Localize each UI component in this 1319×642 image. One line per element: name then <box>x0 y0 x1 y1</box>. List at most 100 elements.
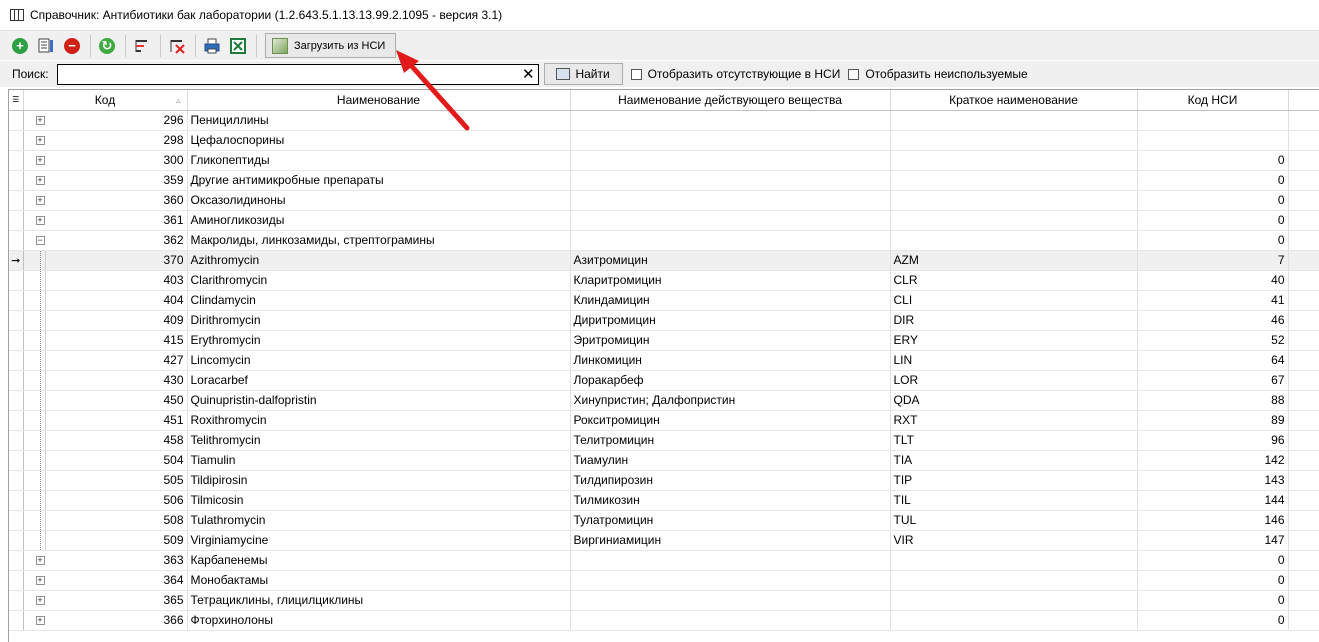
group-row[interactable]: +366 Фторхинолоны 0 <box>9 610 1319 631</box>
expand-icon[interactable]: + <box>35 215 45 225</box>
search-field[interactable]: ✕ <box>56 63 539 85</box>
clear-filter-button[interactable] <box>165 34 189 58</box>
substance-cell[interactable]: Тилдипирозин <box>570 470 891 491</box>
table-row[interactable]: 415 Erythromycin Эритромицин ERY 52 <box>9 330 1319 351</box>
row-indicator[interactable] <box>9 210 24 231</box>
nsi-code-cell[interactable]: 40 <box>1137 270 1289 291</box>
code-cell[interactable]: 359 <box>45 170 188 191</box>
substance-cell[interactable]: Тилмикозин <box>570 490 891 511</box>
nsi-code-cell[interactable]: 52 <box>1137 330 1289 351</box>
code-cell[interactable]: 404 <box>45 290 188 311</box>
name-cell[interactable]: Другие антимикробные препараты <box>187 170 571 191</box>
short-name-cell[interactable]: AZM <box>890 250 1138 271</box>
code-cell[interactable]: 298 <box>45 130 188 151</box>
short-name-cell[interactable]: TIA <box>890 450 1138 471</box>
short-name-cell[interactable]: VIR <box>890 530 1138 551</box>
column-header-short-name[interactable]: Краткое наименование <box>890 90 1138 111</box>
code-cell[interactable]: 504 <box>45 450 188 471</box>
excel-export-button[interactable] <box>226 34 250 58</box>
name-cell[interactable]: Карбапенемы <box>187 550 571 571</box>
short-name-cell[interactable] <box>890 130 1138 151</box>
group-row[interactable]: +361 Аминогликозиды 0 <box>9 210 1319 231</box>
group-row[interactable]: +363 Карбапенемы 0 <box>9 550 1319 571</box>
short-name-cell[interactable]: ERY <box>890 330 1138 351</box>
substance-cell[interactable] <box>570 230 891 251</box>
name-cell[interactable]: Lincomycin <box>187 350 571 371</box>
name-cell[interactable]: Цефалоспорины <box>187 130 571 151</box>
code-cell[interactable]: 360 <box>45 190 188 211</box>
short-name-cell[interactable] <box>890 110 1138 131</box>
substance-cell[interactable]: Эритромицин <box>570 330 891 351</box>
column-header-nsi-code[interactable]: Код НСИ <box>1137 90 1289 111</box>
nsi-code-cell[interactable]: 143 <box>1137 470 1289 491</box>
nsi-code-cell[interactable]: 0 <box>1137 190 1289 211</box>
name-cell[interactable]: Tildipirosin <box>187 470 571 491</box>
nsi-code-cell[interactable]: 96 <box>1137 430 1289 451</box>
name-cell[interactable]: Монобактамы <box>187 570 571 591</box>
group-row[interactable]: +364 Монобактамы 0 <box>9 570 1319 591</box>
substance-cell[interactable] <box>570 130 891 151</box>
substance-cell[interactable]: Виргиниамицин <box>570 530 891 551</box>
expand-icon[interactable]: + <box>35 115 45 125</box>
row-indicator[interactable] <box>9 290 24 311</box>
short-name-cell[interactable]: RXT <box>890 410 1138 431</box>
name-cell[interactable]: Оксазолидиноны <box>187 190 571 211</box>
code-cell[interactable]: 370 <box>45 250 188 271</box>
nsi-code-cell[interactable]: 46 <box>1137 310 1289 331</box>
table-row[interactable]: 509 Virginiamycine Виргиниамицин VIR 147 <box>9 530 1319 551</box>
refresh-button[interactable]: ↻ <box>95 34 119 58</box>
substance-cell[interactable] <box>570 570 891 591</box>
name-cell[interactable]: Telithromycin <box>187 430 571 451</box>
group-row[interactable]: +360 Оксазолидиноны 0 <box>9 190 1319 211</box>
expand-icon[interactable]: + <box>35 555 45 565</box>
name-cell[interactable]: Tilmicosin <box>187 490 571 511</box>
delete-button[interactable]: − <box>60 34 84 58</box>
code-cell[interactable]: 451 <box>45 410 188 431</box>
nsi-code-cell[interactable]: 146 <box>1137 510 1289 531</box>
checkbox-box[interactable] <box>630 68 642 80</box>
short-name-cell[interactable]: DIR <box>890 310 1138 331</box>
short-name-cell[interactable]: LOR <box>890 370 1138 391</box>
nsi-code-cell[interactable]: 147 <box>1137 530 1289 551</box>
code-cell[interactable]: 363 <box>45 550 188 571</box>
row-indicator[interactable] <box>9 110 24 131</box>
checkbox-box[interactable] <box>848 68 860 80</box>
short-name-cell[interactable] <box>890 230 1138 251</box>
short-name-cell[interactable]: CLR <box>890 270 1138 291</box>
code-cell[interactable]: 427 <box>45 350 188 371</box>
column-header-name[interactable]: Наименование <box>187 90 571 111</box>
row-indicator[interactable] <box>9 570 24 591</box>
code-cell[interactable]: 403 <box>45 270 188 291</box>
substance-cell[interactable]: Лоракарбеф <box>570 370 891 391</box>
load-from-nsi-button[interactable]: Загрузить из НСИ <box>265 33 397 58</box>
row-indicator[interactable] <box>9 270 24 291</box>
nsi-code-cell[interactable]: 67 <box>1137 370 1289 391</box>
code-cell[interactable]: 505 <box>45 470 188 491</box>
name-cell[interactable]: Azithromycin <box>187 250 571 271</box>
short-name-cell[interactable]: QDA <box>890 390 1138 411</box>
name-cell[interactable]: Пенициллины <box>187 110 571 131</box>
row-indicator[interactable] <box>9 170 24 191</box>
name-cell[interactable]: Dirithromycin <box>187 310 571 331</box>
nsi-code-cell[interactable]: 0 <box>1137 230 1289 251</box>
nsi-code-cell[interactable]: 64 <box>1137 350 1289 371</box>
column-chooser-icon[interactable]: ☰ <box>9 90 24 111</box>
code-cell[interactable]: 509 <box>45 530 188 551</box>
substance-cell[interactable]: Хинупристин; Далфопристин <box>570 390 891 411</box>
row-indicator[interactable] <box>9 610 24 631</box>
nsi-code-cell[interactable]: 0 <box>1137 610 1289 631</box>
filter-button[interactable] <box>130 34 154 58</box>
expand-icon[interactable]: + <box>35 175 45 185</box>
column-header-code[interactable]: Код ▵ <box>23 90 188 111</box>
short-name-cell[interactable] <box>890 210 1138 231</box>
row-indicator[interactable] <box>9 350 24 371</box>
code-cell[interactable]: 362 <box>45 230 188 251</box>
show-unused-checkbox[interactable]: Отобразить неиспользуемые <box>848 67 1028 81</box>
short-name-cell[interactable] <box>890 610 1138 631</box>
code-cell[interactable]: 361 <box>45 210 188 231</box>
substance-cell[interactable]: Рокситромицин <box>570 410 891 431</box>
short-name-cell[interactable] <box>890 190 1138 211</box>
row-indicator[interactable] <box>9 470 24 491</box>
table-row[interactable]: 404 Clindamycin Клиндамицин CLI 41 <box>9 290 1319 311</box>
table-row[interactable]: 430 Loracarbef Лоракарбеф LOR 67 <box>9 370 1319 391</box>
